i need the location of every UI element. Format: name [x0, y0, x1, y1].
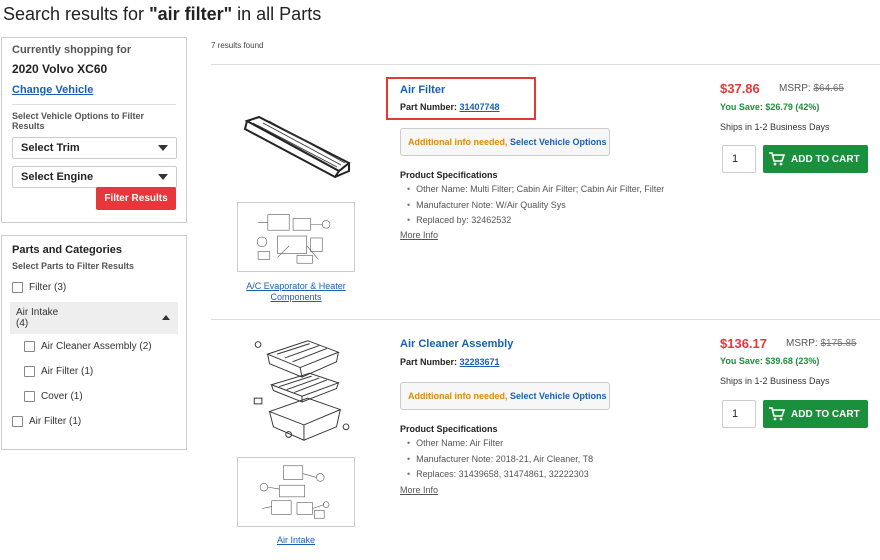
caret-up-icon[interactable] [162, 315, 170, 320]
spec-item: Manufacturer Note: W/Air Quality Sys [407, 198, 664, 214]
category-air-intake[interactable]: Air Intake (4) [10, 302, 178, 334]
checkbox[interactable] [24, 391, 35, 402]
part-number-link[interactable]: 32283671 [460, 357, 500, 367]
checkbox[interactable] [12, 416, 23, 427]
savings-text: You Save: $26.79 (42%) [720, 102, 820, 112]
category-label: Filter (3) [29, 282, 67, 293]
air-filter-image[interactable] [239, 94, 359, 204]
shopping-for-label: Currently shopping for [12, 44, 132, 56]
vehicle-panel: Currently shopping for 2020 Volvo XC60 C… [1, 37, 187, 223]
page-title: Search results for "air filter" in all P… [3, 4, 321, 25]
quantity-input[interactable]: 1 [722, 145, 756, 173]
spec-list: Other Name: Multi Filter; Cabin Air Filt… [407, 182, 664, 229]
cart-icon [769, 152, 785, 166]
product-card: A/C Evaporator & Heater Components Air F… [211, 64, 880, 314]
title-suffix: in all Parts [232, 4, 322, 24]
category-filter[interactable]: Filter (3) [12, 275, 176, 300]
product-price: $136.17 [720, 336, 767, 351]
spec-item: Manufacturer Note: 2018-21, Air Cleaner,… [407, 452, 593, 468]
msrp-label: MSRP: [779, 83, 814, 94]
filter-results-button[interactable]: Filter Results [96, 187, 176, 210]
diagram-thumbnail[interactable] [237, 457, 355, 527]
spec-item: Other Name: Multi Filter; Cabin Air Filt… [407, 182, 664, 198]
info-needed-text: Additional info needed, [408, 137, 508, 147]
categories-title: Parts and Categories [12, 244, 123, 256]
spec-title: Product Specifications [400, 170, 498, 180]
divider [12, 104, 176, 105]
vehicle-name: 2020 Volvo XC60 [12, 62, 108, 76]
msrp-value: $175.85 [820, 338, 857, 349]
product-card: Air Intake Air Cleaner Assembly Part Num… [211, 319, 880, 560]
shipping-text: Ships in 1-2 Business Days [720, 122, 830, 132]
product-name-link[interactable]: Air Cleaner Assembly [400, 338, 513, 350]
change-vehicle-link[interactable]: Change Vehicle [12, 84, 176, 96]
quantity-input[interactable]: 1 [722, 400, 756, 428]
category-label: Air Filter (1) [41, 366, 94, 377]
category-count: (4) [16, 318, 29, 329]
checkbox[interactable] [24, 366, 35, 377]
category-label: Air Cleaner Assembly (2) [41, 341, 152, 352]
category-label: Air Intake [16, 307, 59, 318]
title-prefix: Search results for [3, 4, 150, 24]
spec-item: Replaced by: 32462532 [407, 213, 664, 229]
add-to-cart-button[interactable]: ADD TO CART [763, 145, 868, 173]
select-vehicle-options-link[interactable]: Select Vehicle Options [510, 391, 607, 401]
diagram-link[interactable]: Air Intake [231, 535, 361, 546]
msrp: MSRP: $64.65 [779, 83, 844, 94]
category-label: Cover (1) [41, 391, 83, 402]
categories-subtitle: Select Parts to Filter Results [12, 261, 135, 271]
msrp-value: $64.65 [813, 83, 845, 94]
vehicle-options-label: Select Vehicle Options to Filter Results [12, 111, 145, 131]
select-vehicle-options-link[interactable]: Select Vehicle Options [510, 137, 607, 147]
msrp-label: MSRP: [786, 338, 821, 349]
diagram-link[interactable]: A/C Evaporator & Heater Components [231, 281, 361, 303]
search-query: "air filter" [149, 4, 233, 24]
info-needed-text: Additional info needed, [408, 391, 508, 401]
categories-panel: Parts and Categories Select Parts to Fil… [1, 235, 187, 450]
more-info-link[interactable]: More Info [400, 485, 438, 495]
product-price: $37.86 [720, 81, 760, 96]
part-number: Part Number: 32283671 [400, 357, 500, 367]
diagram-thumbnail[interactable] [237, 202, 355, 272]
select-engine-value: Select Engine [21, 171, 94, 183]
air-cleaner-assembly-image[interactable] [243, 335, 363, 445]
category-air-cleaner-assembly[interactable]: Air Cleaner Assembly (2) [12, 334, 176, 359]
caret-down-icon [158, 174, 168, 180]
add-to-cart-label: ADD TO CART [791, 153, 860, 165]
category-cover[interactable]: Cover (1) [12, 384, 176, 409]
add-to-cart-button[interactable]: ADD TO CART [763, 400, 868, 428]
cart-icon [769, 407, 785, 421]
shipping-text: Ships in 1-2 Business Days [720, 376, 830, 386]
savings-text: You Save: $39.68 (23%) [720, 356, 820, 366]
results-count: 7 results found [211, 41, 264, 50]
spec-item: Replaces: 31439658, 31474861, 32222303 [407, 467, 593, 483]
select-trim-dropdown[interactable]: Select Trim [12, 137, 177, 159]
select-trim-value: Select Trim [21, 142, 80, 154]
category-air-filter-sub[interactable]: Air Filter (1) [12, 359, 176, 384]
msrp: MSRP: $175.85 [786, 338, 857, 349]
highlight-annotation [386, 77, 536, 120]
select-engine-dropdown[interactable]: Select Engine [12, 166, 177, 188]
part-number-label: Part Number: [400, 357, 460, 367]
checkbox[interactable] [24, 341, 35, 352]
vehicle-info-notice: Additional info needed, Select Vehicle O… [400, 128, 610, 156]
vehicle-info-notice: Additional info needed, Select Vehicle O… [400, 382, 610, 410]
spec-item: Other Name: Air Filter [407, 436, 593, 452]
checkbox[interactable] [12, 282, 23, 293]
spec-title: Product Specifications [400, 424, 498, 434]
more-info-link[interactable]: More Info [400, 230, 438, 240]
add-to-cart-label: ADD TO CART [791, 408, 860, 420]
category-air-filter[interactable]: Air Filter (1) [12, 409, 176, 434]
spec-list: Other Name: Air Filter Manufacturer Note… [407, 436, 593, 483]
caret-down-icon [158, 145, 168, 151]
category-label: Air Filter (1) [29, 416, 82, 427]
